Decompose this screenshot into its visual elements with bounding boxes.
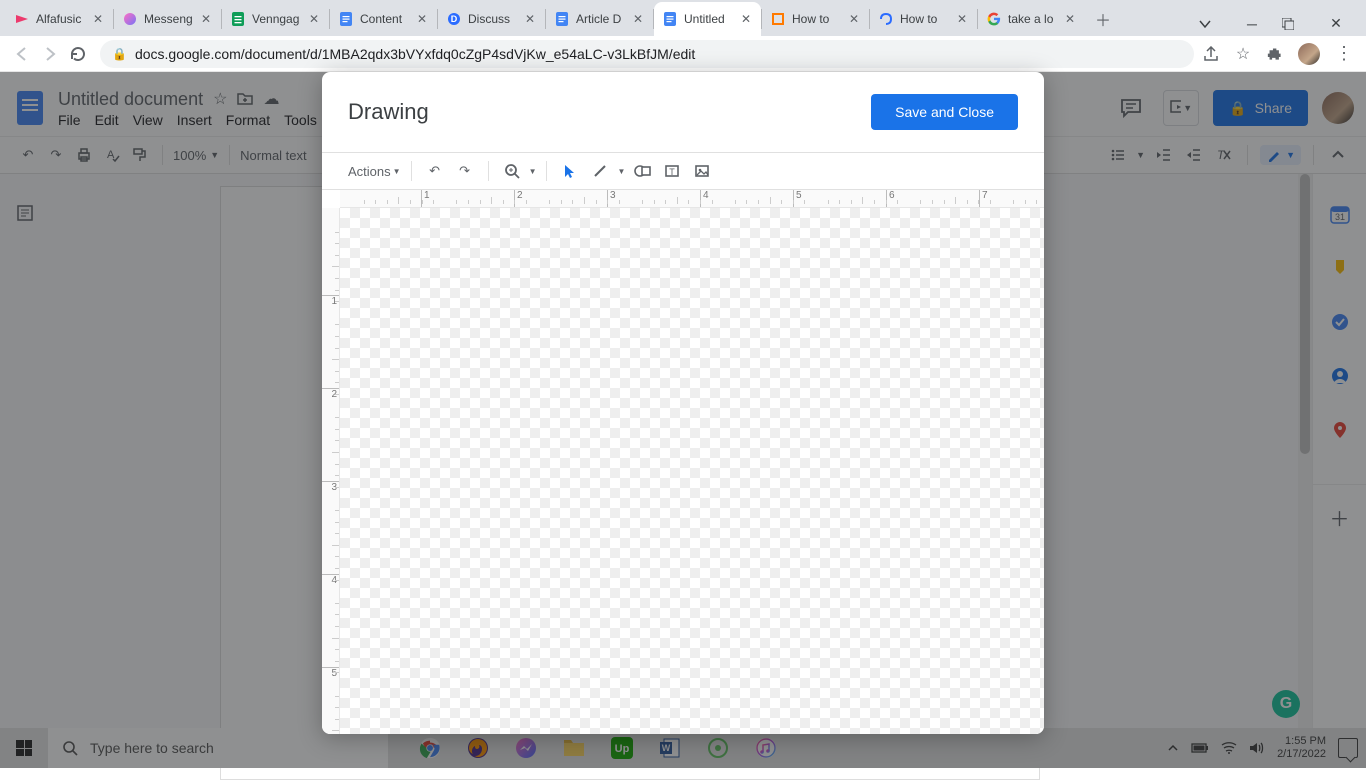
tab-article[interactable]: Article D ✕ (546, 2, 653, 36)
sheets-favicon (230, 11, 246, 27)
back-button[interactable] (8, 40, 36, 68)
profile-avatar[interactable] (1298, 43, 1320, 65)
drawing-canvas[interactable] (340, 208, 1044, 734)
vertical-ruler: 1 2 3 4 5 (322, 208, 340, 734)
window-close-button[interactable]: ✕ (1324, 15, 1348, 32)
line-tool-icon[interactable] (587, 159, 613, 183)
site-favicon (878, 11, 894, 27)
tab-howto-1[interactable]: How to ✕ (762, 2, 869, 36)
docs-favicon (554, 11, 570, 27)
share-page-icon[interactable] (1202, 45, 1220, 63)
maximize-button[interactable] (1282, 18, 1306, 30)
docs-favicon (662, 11, 678, 27)
close-icon[interactable]: ✕ (631, 12, 645, 26)
dialog-title: Drawing (348, 99, 429, 125)
close-icon[interactable]: ✕ (91, 12, 105, 26)
docs-favicon (338, 11, 354, 27)
close-icon[interactable]: ✕ (739, 12, 753, 26)
drawing-dialog: Drawing Save and Close Actions▼ ↶ ↷ ▼ ▼ … (322, 72, 1044, 734)
zoom-icon[interactable] (499, 159, 525, 183)
chevron-down-icon[interactable]: ▼ (529, 167, 537, 176)
redo-icon[interactable]: ↷ (452, 159, 478, 183)
discuss-favicon: D (446, 11, 462, 27)
actions-menu[interactable]: Actions▼ (348, 164, 401, 179)
alfafusic-favicon (14, 11, 30, 27)
undo-icon[interactable]: ↶ (422, 159, 448, 183)
browser-menu-icon[interactable]: ⋮ (1334, 45, 1352, 63)
address-bar: 🔒 docs.google.com/document/d/1MBA2qdx3bV… (0, 36, 1366, 72)
tab-howto-2[interactable]: How to ✕ (870, 2, 977, 36)
close-icon[interactable]: ✕ (415, 12, 429, 26)
tab-messenger[interactable]: Messeng ✕ (114, 2, 221, 36)
tab-venngage[interactable]: Venngag ✕ (222, 2, 329, 36)
svg-text:T: T (670, 167, 676, 177)
close-icon[interactable]: ✕ (1063, 12, 1077, 26)
site-favicon (770, 11, 786, 27)
google-favicon (986, 11, 1002, 27)
close-icon[interactable]: ✕ (307, 12, 321, 26)
tab-content[interactable]: Content ✕ (330, 2, 437, 36)
close-icon[interactable]: ✕ (199, 12, 213, 26)
close-icon[interactable]: ✕ (847, 12, 861, 26)
save-and-close-button[interactable]: Save and Close (871, 94, 1018, 130)
reload-button[interactable] (64, 40, 92, 68)
svg-text:D: D (451, 14, 458, 24)
tabs-dropdown-icon[interactable] (1198, 17, 1222, 31)
tab-untitled[interactable]: Untitled ✕ (654, 2, 761, 36)
close-icon[interactable]: ✕ (523, 12, 537, 26)
drawing-toolbar: Actions▼ ↶ ↷ ▼ ▼ T (322, 152, 1044, 190)
lock-icon: 🔒 (112, 47, 127, 61)
shape-tool-icon[interactable] (629, 159, 655, 183)
close-icon[interactable]: ✕ (955, 12, 969, 26)
forward-button[interactable] (36, 40, 64, 68)
url-text: docs.google.com/document/d/1MBA2qdx3bVYx… (135, 46, 695, 62)
docs-app: Untitled document ☆ ☁ File Edit View Ins… (0, 72, 1366, 768)
extensions-icon[interactable] (1266, 45, 1284, 63)
tab-alfafusic[interactable]: Alfafusic ✕ (6, 2, 113, 36)
chevron-down-icon[interactable]: ▼ (617, 167, 625, 176)
minimize-button[interactable]: ─ (1240, 16, 1264, 32)
url-input[interactable]: 🔒 docs.google.com/document/d/1MBA2qdx3bV… (100, 40, 1194, 68)
messenger-favicon (122, 11, 138, 27)
image-tool-icon[interactable] (689, 159, 715, 183)
horizontal-ruler: 1 2 3 4 5 6 7 (340, 190, 1044, 208)
select-tool-icon[interactable] (557, 159, 583, 183)
tab-discuss[interactable]: D Discuss ✕ (438, 2, 545, 36)
new-tab-button[interactable]: ＋ (1089, 5, 1117, 33)
textbox-tool-icon[interactable]: T (659, 159, 685, 183)
bookmark-star-icon[interactable]: ☆ (1234, 45, 1252, 63)
tab-strip: Alfafusic ✕ Messeng ✕ Venngag ✕ Content … (0, 0, 1366, 36)
tab-google[interactable]: take a lo ✕ (978, 2, 1085, 36)
